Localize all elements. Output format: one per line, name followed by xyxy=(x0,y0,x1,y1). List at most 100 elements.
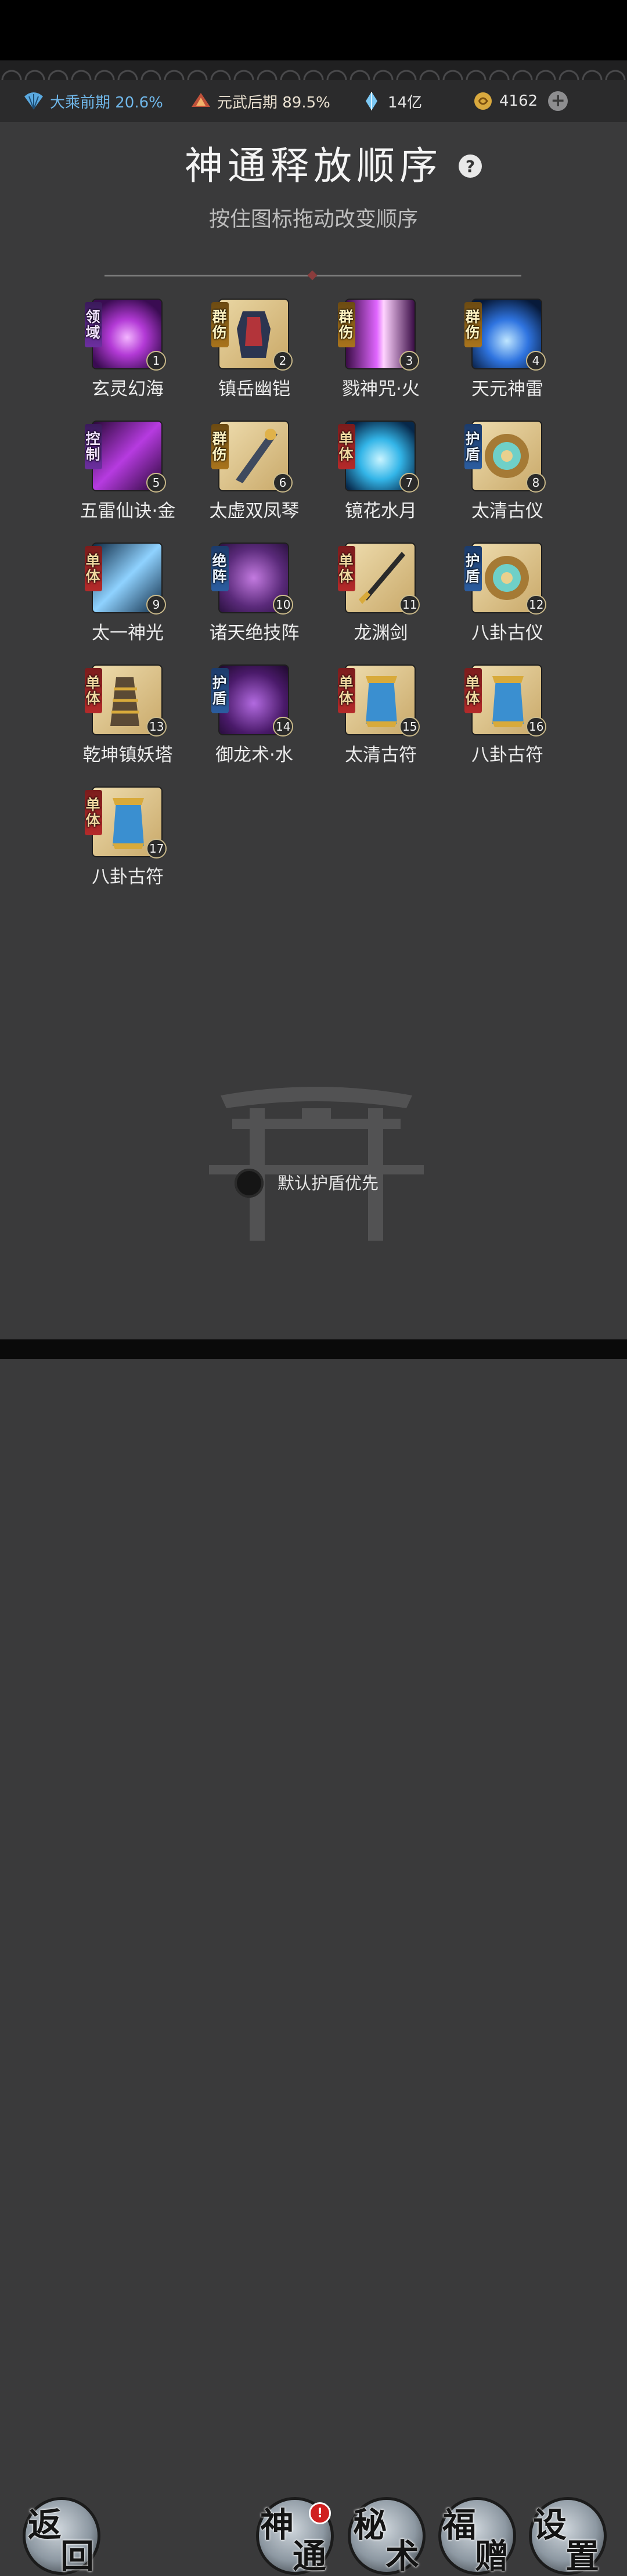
realm-progress-2: 元武后期 89.5% xyxy=(189,80,330,122)
divider-ornament xyxy=(307,270,318,281)
page-subtitle: 按住图标拖动改变顺序 xyxy=(208,207,418,231)
skill-name: 八卦古符 xyxy=(92,867,164,888)
skill-name: 戮神咒·火 xyxy=(342,379,420,400)
skill-name: 太虚双凤琴 xyxy=(209,501,300,522)
skill-order-number: 1 xyxy=(146,351,166,371)
coin-icon xyxy=(471,89,495,113)
skill-order-number: 3 xyxy=(399,351,419,371)
skill-type-tag: 单体 xyxy=(84,668,102,713)
realm-progress-2-text: 元武后期 89.5% xyxy=(217,94,330,112)
fan-icon xyxy=(22,89,45,113)
divine-arts-label-2: 通 xyxy=(293,2537,327,2576)
coin-count: 4162 + xyxy=(471,80,568,122)
coin-text: 4162 xyxy=(499,92,538,110)
secret-arts-label-2: 术 xyxy=(385,2537,420,2576)
skill-type-tag: 单体 xyxy=(84,546,102,591)
realm-progress-1: 大乘前期 20.6% xyxy=(22,80,163,122)
skill-order-number: 12 xyxy=(526,595,547,615)
skill-item[interactable]: 护盾 8 太清古仪 xyxy=(444,422,571,526)
divine-arts-label-1: 神 xyxy=(260,2505,294,2545)
skill-type-tag: 单体 xyxy=(337,546,355,591)
skill-item[interactable]: 护盾 12 八卦古仪 xyxy=(444,544,571,648)
bottom-border xyxy=(0,1339,627,1359)
shield-priority-label: 默认护盾优先 xyxy=(278,1173,379,1193)
skill-type-tag: 领域 xyxy=(84,302,102,347)
skill-item[interactable]: 单体 11 龙渊剑 xyxy=(317,544,445,648)
martial-realm-icon xyxy=(189,89,212,113)
skill-order-number: 9 xyxy=(146,595,166,615)
settings-label-2: 置 xyxy=(565,2537,600,2576)
skill-name: 五雷仙诀·金 xyxy=(80,501,176,522)
skill-name: 诸天绝技阵 xyxy=(209,623,300,644)
secret-arts-label-1: 秘 xyxy=(353,2505,387,2545)
skill-type-tag: 单体 xyxy=(463,668,482,713)
skill-item[interactable]: 单体 17 八卦古符 xyxy=(64,788,192,892)
skill-order-number: 2 xyxy=(273,351,293,371)
skill-order-number: 14 xyxy=(273,717,294,736)
skill-type-tag: 单体 xyxy=(84,790,102,835)
decorative-wave-border xyxy=(0,60,627,80)
status-bar-area xyxy=(0,0,627,60)
skill-type-tag: 群伤 xyxy=(210,424,229,469)
skill-item[interactable]: 绝阵 10 诸天绝技阵 xyxy=(190,544,318,648)
skill-type-tag: 护盾 xyxy=(210,668,229,713)
shield-priority-toggle[interactable] xyxy=(235,1169,264,1198)
skill-name: 八卦古符 xyxy=(471,745,543,766)
skill-type-tag: 绝阵 xyxy=(210,546,229,591)
skill-order-number: 16 xyxy=(526,717,547,736)
skill-name: 御龙术·水 xyxy=(215,745,293,766)
skill-type-tag: 护盾 xyxy=(463,424,482,469)
skill-item[interactable]: 单体 9 太一神光 xyxy=(64,544,192,648)
gift-label-1: 福 xyxy=(442,2505,477,2545)
skill-type-tag: 单体 xyxy=(337,424,355,469)
skill-order-number: 7 xyxy=(399,473,419,493)
skill-item[interactable]: 领域 1 玄灵幻海 xyxy=(64,300,192,404)
back-label-2: 回 xyxy=(60,2537,95,2576)
skill-type-tag: 群伤 xyxy=(337,302,355,347)
notification-badge: ! xyxy=(309,2502,331,2524)
skill-type-tag: 护盾 xyxy=(463,546,482,591)
skill-name: 玄灵幻海 xyxy=(92,379,164,400)
skill-order-number: 13 xyxy=(146,717,167,736)
spirit-crystal-icon xyxy=(360,89,383,113)
skill-item[interactable]: 单体 15 太清古符 xyxy=(317,666,445,770)
gate-silhouette xyxy=(209,1087,424,1241)
skill-name: 八卦古仪 xyxy=(471,623,543,644)
help-button[interactable]: ? xyxy=(459,155,482,178)
skill-type-tag: 控制 xyxy=(84,424,102,469)
skill-name: 龙渊剑 xyxy=(354,623,408,644)
skill-name: 乾坤镇妖塔 xyxy=(82,745,173,766)
gift-label-2: 赠 xyxy=(475,2537,509,2576)
spirit-crystal-count: 14亿 xyxy=(360,80,422,122)
skill-item[interactable]: 控制 5 五雷仙诀·金 xyxy=(64,422,192,526)
skill-item[interactable]: 单体 7 镜花水月 xyxy=(317,422,445,526)
skill-type-tag: 群伤 xyxy=(463,302,482,347)
skill-item[interactable]: 群伤 2 镇岳幽铠 xyxy=(190,300,318,404)
skill-order-number: 10 xyxy=(273,595,294,615)
skill-name: 天元神雷 xyxy=(471,379,543,400)
spirit-crystal-text: 14亿 xyxy=(388,94,423,112)
skill-name: 镇岳幽铠 xyxy=(218,379,290,400)
skill-name: 镜花水月 xyxy=(345,501,417,522)
resource-bar: 大乘前期 20.6% 元武后期 89.5% 14亿 4162 + xyxy=(0,80,627,122)
skill-type-tag: 群伤 xyxy=(210,302,229,347)
skill-item[interactable]: 群伤 4 天元神雷 xyxy=(444,300,571,404)
skill-item[interactable]: 护盾 14 御龙术·水 xyxy=(190,666,318,770)
skill-order-number: 5 xyxy=(146,473,166,493)
add-coins-button[interactable]: + xyxy=(548,91,568,111)
back-label-1: 返 xyxy=(28,2505,62,2545)
skill-item[interactable]: 群伤 6 太虚双凤琴 xyxy=(190,422,318,526)
skill-order-number: 11 xyxy=(399,595,420,615)
page-title: 神通释放顺序 xyxy=(185,143,442,188)
skill-name: 太清古符 xyxy=(345,745,417,766)
skill-item[interactable]: 群伤 3 戮神咒·火 xyxy=(317,300,445,404)
skill-item[interactable]: 单体 16 八卦古符 xyxy=(444,666,571,770)
skill-order-number: 6 xyxy=(273,473,293,493)
skill-name: 太一神光 xyxy=(92,623,164,644)
skill-order-number: 4 xyxy=(526,351,546,371)
skill-type-tag: 单体 xyxy=(337,668,355,713)
settings-label-1: 设 xyxy=(533,2505,567,2545)
realm-progress-1-text: 大乘前期 20.6% xyxy=(50,94,163,112)
skill-item[interactable]: 单体 13 乾坤镇妖塔 xyxy=(64,666,192,770)
skill-order-number: 17 xyxy=(146,839,167,858)
